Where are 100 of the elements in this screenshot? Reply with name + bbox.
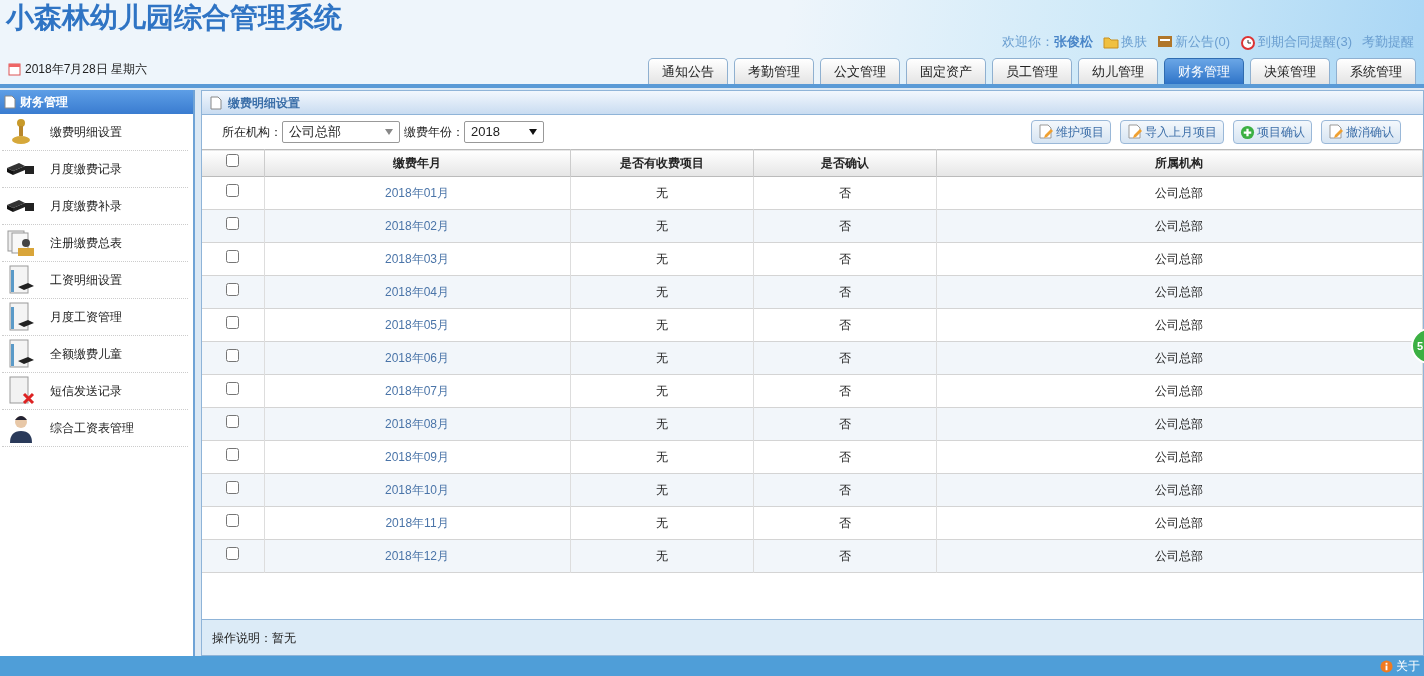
nav-tab[interactable]: 财务管理 [1164, 58, 1244, 84]
table-cell: 无 [570, 407, 753, 441]
alarm-clock-icon [1240, 33, 1257, 50]
row-checkbox[interactable] [226, 448, 240, 461]
caret-icon [529, 129, 537, 135]
filter-label: 缴费年份： [404, 124, 464, 141]
table-cell: 公司总部 [936, 407, 1423, 441]
table-cell: 无 [570, 374, 753, 408]
table-cell: 否 [753, 539, 936, 573]
toolbar-button[interactable]: 撤消确认 [1321, 120, 1401, 144]
table-cell[interactable]: 2018年02月 [264, 209, 570, 243]
table-cell: 无 [570, 176, 753, 210]
document-pencil-icon [1038, 124, 1054, 140]
table-cell[interactable]: 2018年04月 [264, 275, 570, 309]
table-cell: 无 [570, 506, 753, 540]
sidebar-item[interactable]: 月度缴费补录 [2, 188, 188, 225]
plus-circle-icon [1240, 124, 1255, 140]
sidebar-item[interactable]: 注册缴费总表 [2, 225, 188, 262]
column-header: 所属机构 [936, 149, 1423, 177]
sidebar-item[interactable]: 工资明细设置 [2, 262, 188, 299]
nav-tab[interactable]: 通知公告 [648, 58, 728, 84]
table-cell: 否 [753, 242, 936, 276]
about-link[interactable]: 关于 [1380, 657, 1420, 675]
row-checkbox[interactable] [226, 514, 240, 527]
table-cell: 否 [753, 209, 936, 243]
table-cell[interactable]: 2018年12月 [264, 539, 570, 573]
table-cell: 否 [753, 341, 936, 375]
table-cell: 否 [753, 506, 936, 540]
table-cell[interactable]: 2018年01月 [264, 176, 570, 210]
table-cell: 无 [570, 539, 753, 573]
table-cell[interactable]: 2018年03月 [264, 242, 570, 276]
system-title: 小森林幼儿园综合管理系统 [4, 1, 342, 35]
table-cell: 公司总部 [936, 242, 1423, 276]
sidebar-item[interactable]: 缴费明细设置 [2, 114, 188, 151]
panel-title: 缴费明细设置 [228, 94, 300, 112]
document-pencil-icon [1127, 124, 1143, 140]
sidebar-item[interactable]: 月度缴费记录 [2, 151, 188, 188]
table-cell: 否 [753, 176, 936, 210]
sidebar-item[interactable]: 短信发送记录 [2, 373, 188, 410]
table-cell: 否 [753, 473, 936, 507]
table-cell: 否 [753, 407, 936, 441]
blocks-icon [6, 162, 36, 176]
table-cell: 无 [570, 440, 753, 474]
table-cell: 公司总部 [936, 374, 1423, 408]
nav-tab[interactable]: 幼儿管理 [1078, 58, 1158, 84]
dropdown[interactable]: 公司总部 [282, 121, 400, 143]
table-cell: 无 [570, 209, 753, 243]
box-icon [1157, 34, 1174, 50]
table-cell: 无 [570, 308, 753, 342]
table-cell: 否 [753, 275, 936, 309]
table-cell[interactable]: 2018年05月 [264, 308, 570, 342]
dropdown[interactable]: 2018 [464, 121, 544, 143]
table-cell[interactable]: 2018年06月 [264, 341, 570, 375]
row-checkbox[interactable] [226, 349, 240, 362]
document-block-icon [6, 302, 36, 332]
sidebar-item[interactable]: 综合工资表管理 [2, 410, 188, 447]
sidebar-item[interactable]: 全额缴费儿童 [2, 336, 188, 373]
select-all-checkbox[interactable] [226, 154, 240, 167]
calendar-icon [8, 62, 21, 76]
row-checkbox[interactable] [226, 382, 240, 395]
sidebar-item[interactable]: 月度工资管理 [2, 299, 188, 336]
table-cell[interactable]: 2018年08月 [264, 407, 570, 441]
table-cell[interactable]: 2018年11月 [264, 506, 570, 540]
blocks-icon [6, 199, 36, 213]
table-cell: 无 [570, 242, 753, 276]
nav-tab[interactable]: 决策管理 [1250, 58, 1330, 84]
nav-tab[interactable]: 固定资产 [906, 58, 986, 84]
table-cell[interactable]: 2018年07月 [264, 374, 570, 408]
row-checkbox[interactable] [226, 415, 240, 428]
document-icon [4, 95, 16, 109]
row-checkbox[interactable] [226, 250, 240, 263]
row-checkbox[interactable] [226, 184, 240, 197]
document-block-icon [6, 265, 36, 295]
folder-icon [1103, 34, 1120, 49]
table-cell: 公司总部 [936, 176, 1423, 210]
toolbar-button[interactable]: 维护项目 [1031, 120, 1111, 144]
nav-tab[interactable]: 考勤管理 [734, 58, 814, 84]
nav-tab[interactable]: 系统管理 [1336, 58, 1416, 84]
row-checkbox[interactable] [226, 283, 240, 296]
row-checkbox[interactable] [226, 217, 240, 230]
table-cell: 公司总部 [936, 506, 1423, 540]
toolbar-button[interactable]: 导入上月项目 [1120, 120, 1224, 144]
table-cell: 公司总部 [936, 473, 1423, 507]
row-checkbox[interactable] [226, 547, 240, 560]
table-cell: 公司总部 [936, 539, 1423, 573]
table-cell: 公司总部 [936, 275, 1423, 309]
row-checkbox[interactable] [226, 316, 240, 329]
nav-tab[interactable]: 公文管理 [820, 58, 900, 84]
nav-tab[interactable]: 员工管理 [992, 58, 1072, 84]
toolbar-button[interactable]: 项目确认 [1233, 120, 1312, 144]
table-cell[interactable]: 2018年10月 [264, 473, 570, 507]
documents-stamp-icon [6, 228, 36, 258]
operation-note: 操作说明：暂无 [212, 629, 296, 647]
column-header: 缴费年月 [264, 149, 570, 177]
row-checkbox[interactable] [226, 481, 240, 494]
table-cell: 无 [570, 275, 753, 309]
document-delete-icon [6, 376, 36, 406]
document-pencil-icon [1328, 124, 1344, 140]
table-cell: 否 [753, 308, 936, 342]
table-cell[interactable]: 2018年09月 [264, 440, 570, 474]
